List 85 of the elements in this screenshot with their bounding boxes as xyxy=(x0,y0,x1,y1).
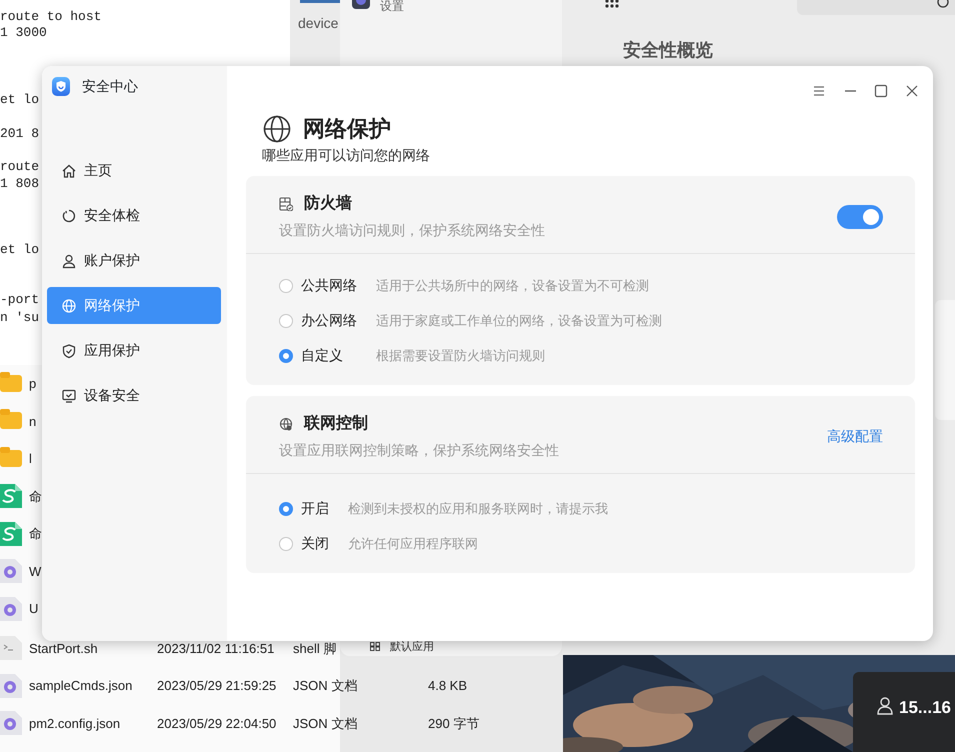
file-icon xyxy=(0,559,22,584)
terminal-line: 1 808 xyxy=(0,176,40,192)
apps-icon xyxy=(370,642,380,651)
radio-button[interactable] xyxy=(279,314,293,328)
app-icon xyxy=(352,0,370,9)
radio-button[interactable] xyxy=(279,278,293,292)
sidebar-item[interactable]: 应用保护 xyxy=(47,332,221,369)
script-file-icon xyxy=(0,636,22,660)
sidebar-item[interactable]: 账户保护 xyxy=(47,242,221,279)
network-icon xyxy=(279,417,293,431)
terminal-line: et lo xyxy=(0,92,40,108)
settings-item[interactable]: 默认应用 xyxy=(390,641,434,653)
sidebar-item[interactable]: 设备安全 xyxy=(47,377,221,414)
radio-button[interactable] xyxy=(279,502,293,516)
minimize-icon xyxy=(844,90,856,92)
file-name[interactable]: sampleCmds.json xyxy=(29,676,157,696)
terminal-line: route xyxy=(0,159,40,175)
grid-icon[interactable] xyxy=(605,0,619,8)
file-name[interactable]: 命 xyxy=(29,524,42,544)
terminal-line: et lo xyxy=(0,242,40,258)
firewall-icon xyxy=(279,197,293,211)
file-name[interactable]: U xyxy=(29,599,38,618)
option-description: 适用于公共场所中的网络，设备设置为不可检测 xyxy=(376,276,650,295)
option-description: 允许任何应用程序联网 xyxy=(348,534,479,553)
terminal-line: -port xyxy=(0,292,40,308)
option-description: 适用于家庭或工作单位的网络，设备设置为可检测 xyxy=(376,312,663,330)
file-name[interactable]: StartPort.sh xyxy=(29,638,157,658)
page-title: 网络保护 xyxy=(303,115,391,143)
file-name[interactable]: n xyxy=(29,412,36,431)
monitor-icon xyxy=(61,388,77,404)
globe-icon xyxy=(61,298,77,314)
radio-button[interactable] xyxy=(279,536,293,550)
maximize-icon xyxy=(872,82,890,100)
radio-button[interactable] xyxy=(279,348,293,362)
section-description: 设置防火墙访问规则，保护系统网络安全性 xyxy=(279,221,546,240)
file-name[interactable]: pm2.config.json xyxy=(29,714,157,733)
section-description: 设置应用联网控制策略，保护系统网络安全性 xyxy=(279,441,560,460)
search-field[interactable] xyxy=(797,0,955,15)
shield-check-icon xyxy=(61,342,77,358)
sidebar-item[interactable]: 主页 xyxy=(47,152,221,189)
section-title: 联网控制 xyxy=(304,414,368,434)
link[interactable]: 高级配置 xyxy=(827,426,883,447)
user-icon xyxy=(877,697,893,715)
option-description: 检测到未授权的应用和服务联网时，请提示我 xyxy=(348,500,609,518)
file-icon xyxy=(0,596,22,621)
globe-icon xyxy=(263,114,291,142)
file-name[interactable]: W xyxy=(29,562,42,581)
terminal-line: n 'su xyxy=(0,310,40,326)
file-name[interactable]: 命 xyxy=(29,486,42,506)
option-description: 根据需要设置防火墙访问规则 xyxy=(376,346,546,365)
window-title: 设置 xyxy=(380,0,404,13)
file-size: 290 字节 xyxy=(428,714,480,732)
section-title: 安全性概览 xyxy=(623,39,713,62)
file-name[interactable]: l xyxy=(29,449,32,468)
terminal-line: 201 8 xyxy=(0,126,40,142)
radio-label[interactable]: 关闭 xyxy=(301,526,348,561)
app-title: 安全中心 xyxy=(82,76,138,96)
radio-label[interactable]: 公共网络 xyxy=(301,268,376,303)
sidebar-item[interactable]: 安全体检 xyxy=(47,197,221,234)
user-icon xyxy=(61,252,77,268)
search-icon xyxy=(937,0,949,10)
file-date: 2023/05/29 22:04:50 xyxy=(157,714,278,732)
file-size: 4.8 KB xyxy=(428,677,468,695)
section-title: 防火墙 xyxy=(304,193,352,214)
app-logo-icon xyxy=(52,76,70,96)
refresh-icon xyxy=(61,208,77,224)
file-date: 2023/05/29 21:59:25 xyxy=(157,677,278,695)
toggle-switch[interactable] xyxy=(837,204,883,228)
terminal-line: 1 3000 xyxy=(0,25,47,41)
file-icon xyxy=(0,674,22,698)
file-icon xyxy=(0,711,22,736)
home-icon xyxy=(61,162,77,178)
radio-label[interactable]: 办公网络 xyxy=(301,303,376,338)
page-subtitle: 哪些应用可以访问您的网络 xyxy=(262,146,431,165)
file-type: shell 脚 xyxy=(293,640,336,658)
file-name[interactable]: p xyxy=(29,374,36,394)
maximize-button[interactable] xyxy=(872,82,890,100)
terminal-line: route to host xyxy=(0,9,102,25)
radio-label[interactable]: 开启 xyxy=(301,491,348,526)
user-name: 15...16 xyxy=(899,697,951,719)
file-type: JSON 文档 xyxy=(293,677,358,695)
file-type: JSON 文档 xyxy=(293,714,358,732)
radio-label[interactable]: 自定义 xyxy=(301,338,376,373)
file-date: 2023/11/02 11:16:51 xyxy=(157,640,276,658)
tab-label: device xyxy=(298,14,338,33)
